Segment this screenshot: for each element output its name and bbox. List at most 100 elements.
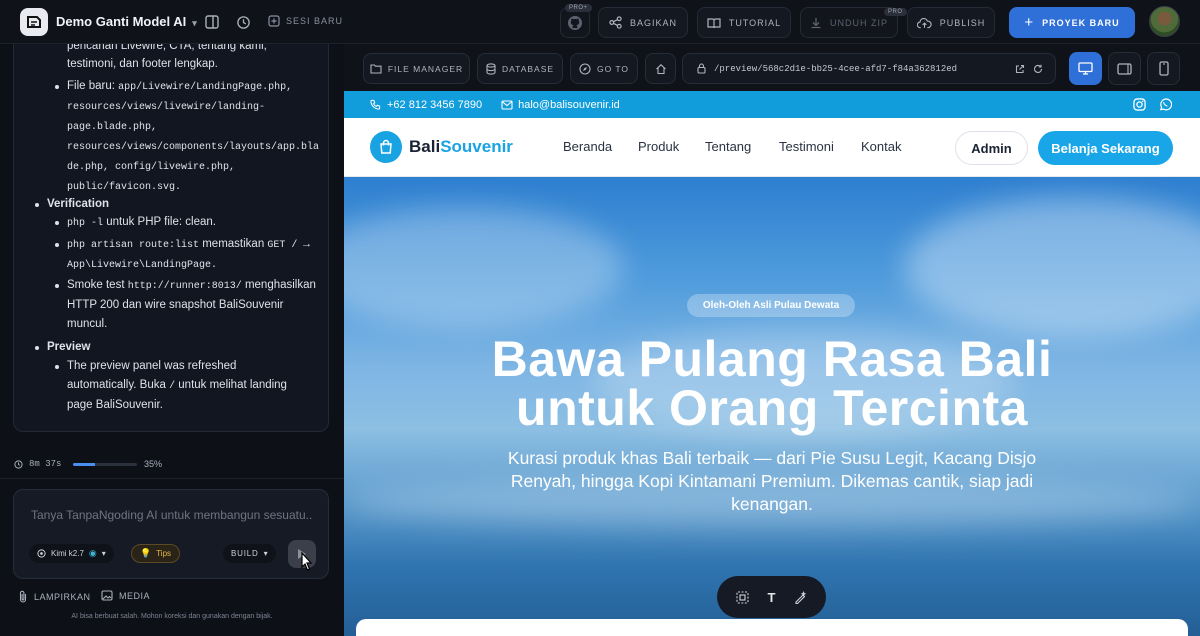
project-title-dropdown[interactable]: Demo Ganti Model AI ▾ [56, 14, 197, 29]
arrow-text: → [297, 238, 313, 250]
share-label: BAGIKAN [629, 17, 677, 28]
item-text: HTTP 200 dan wire snapshot BaliSouvenir [67, 299, 284, 311]
email-address: halo@balisouvenir.id [518, 98, 620, 111]
database-button[interactable]: DATABASE [477, 53, 563, 84]
file-baru-label: File baru: [67, 80, 119, 92]
verification-heading: Verification [35, 195, 109, 214]
instagram-icon[interactable] [1133, 98, 1146, 111]
url-text: /preview/568c2d1e-bb25-4cee-afd7-f84a362… [714, 63, 958, 74]
folder-icon [370, 64, 382, 74]
refresh-icon[interactable] [1033, 64, 1043, 74]
tips-button[interactable]: 💡 Tips [131, 544, 181, 563]
nav-link-beranda[interactable]: Beranda [563, 139, 612, 154]
prompt-box: Tanya TanpaNgoding AI untuk membangun se… [13, 489, 329, 579]
divider [0, 478, 344, 479]
nav-link-testimoni[interactable]: Testimoni [779, 139, 834, 154]
phone-number: +62 812 3456 7890 [387, 98, 483, 111]
verification-item: php -l untuk PHP file: clean. [55, 213, 322, 233]
external-link-icon[interactable] [1015, 64, 1025, 74]
file-list-item: File baru: app/Livewire/LandingPage.php,… [55, 77, 322, 197]
progress-fill [73, 463, 96, 466]
tablet-view-button[interactable] [1108, 52, 1141, 85]
home-button[interactable] [645, 53, 676, 84]
clock-icon [14, 459, 23, 469]
text-tool-icon[interactable]: T [768, 590, 776, 605]
user-avatar[interactable] [1149, 6, 1180, 37]
nav-link-tentang[interactable]: Tentang [705, 139, 751, 154]
site-brand[interactable]: BaliSouvenir [370, 131, 513, 163]
code-snippet: GET / [267, 240, 298, 251]
item-text: Smoke test [67, 279, 128, 291]
mobile-icon [1158, 61, 1169, 76]
chat-panel: pencarian Livewire, CTA, tentang kami, t… [0, 44, 344, 636]
code-snippet: App\Livewire\LandingPage. [67, 260, 218, 271]
mobile-view-button[interactable] [1147, 52, 1180, 85]
shop-now-button[interactable]: Belanja Sekarang [1038, 131, 1173, 165]
paperclip-icon [19, 590, 27, 603]
hero-subtitle: Kurasi produk khas Bali terbaik — dari P… [507, 448, 1037, 514]
chevron-down-icon: ▾ [192, 18, 197, 28]
url-bar[interactable]: /preview/568c2d1e-bb25-4cee-afd7-f84a362… [682, 53, 1056, 84]
magic-edit-icon[interactable] [794, 590, 807, 604]
attach-button[interactable]: LAMPIRKAN [18, 590, 91, 603]
elapsed-timer: 8m 37s [14, 459, 61, 469]
database-icon [486, 62, 496, 75]
file-manager-label: FILE MANAGER [387, 63, 464, 74]
prompt-input[interactable]: Tanya TanpaNgoding AI untuk membangun se… [31, 508, 313, 522]
plus-square-icon [268, 15, 280, 27]
admin-button[interactable]: Admin [955, 131, 1028, 165]
model-name: Kimi k2.7 [51, 549, 84, 558]
go-to-button[interactable]: GO TO [570, 53, 638, 84]
home-icon [655, 63, 666, 74]
item-text: untuk PHP file: clean. [103, 216, 216, 228]
desktop-icon [1078, 62, 1093, 75]
file-manager-button[interactable]: FILE MANAGER [363, 53, 470, 84]
select-element-icon[interactable] [736, 590, 749, 604]
tablet-icon [1117, 62, 1132, 75]
preview-panel: FILE MANAGER DATABASE GO TO /preview/568… [344, 44, 1200, 636]
hero-heading-line2: untuk Orang Tercinta [516, 380, 1028, 436]
app-logo-icon[interactable] [20, 8, 48, 36]
desktop-view-button[interactable] [1069, 52, 1102, 85]
pro-badge: PRO [884, 8, 907, 16]
contact-strip: +62 812 3456 7890 halo@balisouvenir.id [344, 91, 1200, 118]
mail-icon [501, 99, 513, 110]
nav-link-produk[interactable]: Produk [638, 139, 679, 154]
new-session-button[interactable]: SESI BARU [268, 15, 343, 27]
top-bar: Demo Ganti Model AI ▾ SESI BARU PRO + BAGI… [0, 0, 1200, 44]
go-to-label: GO TO [596, 63, 630, 74]
publish-label: PUBLISH [939, 17, 986, 28]
message-line: testimoni, dan footer lengkap. [67, 58, 218, 70]
brand-name-b: Souvenir [440, 137, 513, 156]
media-label: MEDIA [119, 590, 151, 601]
download-icon [811, 17, 821, 28]
lock-icon [697, 63, 706, 74]
mode-selector[interactable]: BUILD ▾ [223, 544, 277, 563]
media-button[interactable]: MEDIA [101, 590, 150, 601]
model-selector[interactable]: Kimi k2.7 ◉ ▾ [29, 544, 114, 563]
share-button[interactable]: BAGIKAN [598, 7, 688, 38]
history-icon[interactable] [234, 13, 252, 31]
mouse-cursor-icon [301, 552, 313, 571]
chevron-down-icon: ▾ [101, 549, 106, 558]
file-path: public/favicon.svg. [67, 182, 182, 193]
new-project-button[interactable]: + PROYEK BARU [1009, 7, 1135, 38]
tutorial-button[interactable]: TUTORIAL [697, 7, 791, 38]
plus-icon: + [1024, 14, 1035, 31]
whatsapp-icon[interactable] [1159, 98, 1172, 111]
phone-icon [370, 99, 381, 110]
compass-icon [579, 62, 591, 75]
cloud-upload-icon [916, 17, 932, 28]
publish-button[interactable]: PUBLISH [907, 7, 995, 38]
progress-percent: 35% [144, 459, 163, 469]
model-icon [37, 549, 46, 558]
preview-item: The preview panel was refreshed automati… [55, 357, 322, 415]
sidebar-toggle-icon[interactable] [203, 13, 221, 31]
hero-badge: Oleh-Oleh Asli Pulau Dewata [687, 294, 855, 317]
verification-item: php artisan route:list memastikan GET / … [55, 235, 322, 275]
code-snippet: http://runner:8013/ [127, 281, 242, 292]
tutorial-label: TUTORIAL [728, 17, 782, 28]
brand-name-a: Bali [409, 137, 441, 156]
attach-label: LAMPIRKAN [34, 591, 91, 602]
nav-link-kontak[interactable]: Kontak [861, 139, 901, 154]
